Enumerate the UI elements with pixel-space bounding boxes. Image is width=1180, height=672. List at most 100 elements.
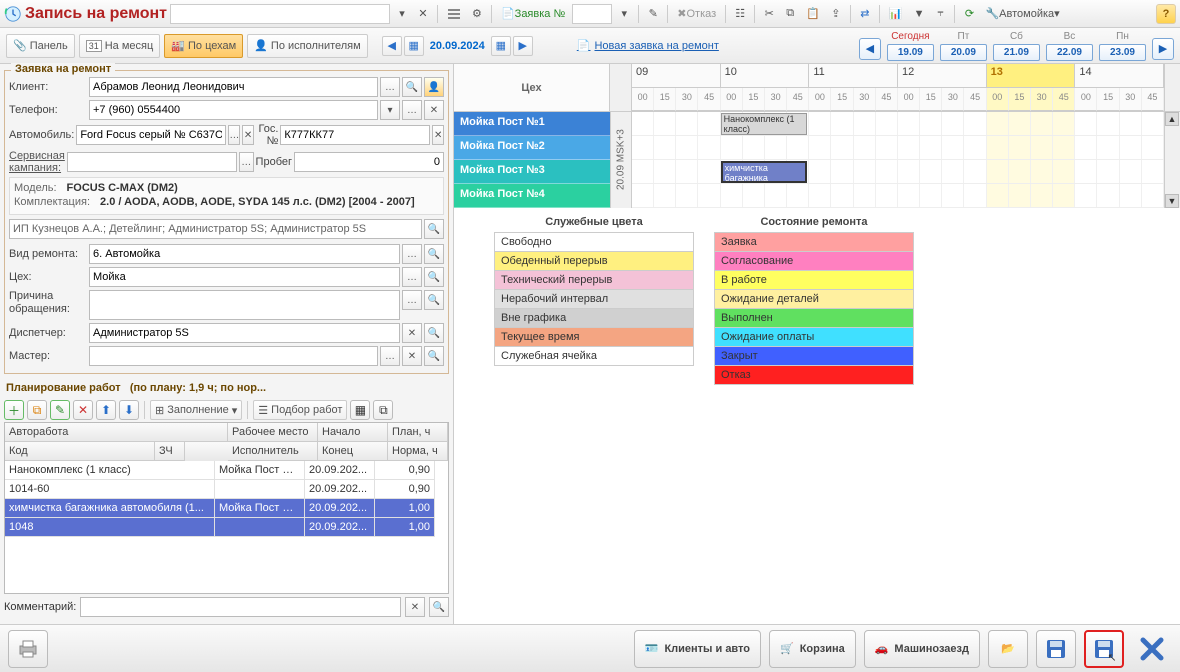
copy-grid-icon[interactable]: ⧉ xyxy=(373,400,393,420)
grid-cell[interactable] xyxy=(1009,184,1031,207)
clients-button[interactable]: 🪪 Клиенты и авто xyxy=(634,630,761,668)
gear-icon[interactable]: ⚙ xyxy=(468,4,486,24)
chart-icon[interactable]: 📊 xyxy=(885,4,907,24)
grid-cell[interactable] xyxy=(876,184,898,207)
pick-works-button[interactable]: ☰ Подбор работ xyxy=(253,400,347,420)
grid-cell[interactable] xyxy=(964,136,986,159)
col-job[interactable]: Авторабота xyxy=(5,423,228,442)
basket-button[interactable]: 🛒 Корзина xyxy=(769,630,856,668)
post-row[interactable]: Мойка Пост №1 xyxy=(454,112,610,136)
day-box[interactable]: 22.09 xyxy=(1046,44,1093,61)
grid-cell[interactable] xyxy=(1097,112,1119,135)
grid-cell[interactable] xyxy=(1053,184,1075,207)
grid-cell[interactable] xyxy=(654,112,676,135)
grid-cell[interactable] xyxy=(942,112,964,135)
table-row[interactable]: 1014-6020.09.202...0,90 xyxy=(5,480,448,499)
performers-toggle[interactable]: 👤 По исполнителям xyxy=(247,34,368,58)
repair-type-search[interactable]: 🔍 xyxy=(424,244,444,264)
grid-cell[interactable] xyxy=(964,160,986,183)
paste-icon[interactable]: 📋 xyxy=(802,4,824,24)
master-lookup[interactable]: … xyxy=(380,346,400,366)
grid-cell[interactable] xyxy=(854,184,876,207)
grid-cell[interactable] xyxy=(876,136,898,159)
grid-cell[interactable] xyxy=(765,136,787,159)
col-end[interactable]: Конец xyxy=(318,442,388,461)
date-cal-icon[interactable]: ▦ xyxy=(404,36,424,56)
day-box[interactable]: 23.09 xyxy=(1099,44,1146,61)
grid-cell[interactable] xyxy=(1075,184,1097,207)
comment-search[interactable]: 🔍 xyxy=(429,597,449,617)
grid-cell[interactable] xyxy=(676,160,698,183)
refresh-icon[interactable]: ⟳ xyxy=(960,4,978,24)
repair-type-input[interactable] xyxy=(89,244,400,264)
grid-cell[interactable] xyxy=(1097,136,1119,159)
mileage-input[interactable] xyxy=(294,152,444,172)
days-prev[interactable]: ◀ xyxy=(859,38,881,60)
grid-cell[interactable] xyxy=(920,160,942,183)
grid-cell[interactable] xyxy=(1075,136,1097,159)
grid-cell[interactable] xyxy=(831,136,853,159)
grid-cell[interactable] xyxy=(1097,160,1119,183)
client-person-icon[interactable]: 👤 xyxy=(424,77,444,97)
grid-cell[interactable] xyxy=(898,160,920,183)
new-request-link[interactable]: 📄 Новая заявка на ремонт xyxy=(577,39,719,52)
col-plan[interactable]: План, ч xyxy=(388,423,448,442)
filter-icon[interactable]: ▼ xyxy=(910,4,929,24)
grid-cell[interactable] xyxy=(632,184,654,207)
day-box[interactable]: 19.09 xyxy=(887,44,934,61)
master-search[interactable]: 🔍 xyxy=(424,346,444,366)
open-folder-button[interactable]: 📂 xyxy=(988,630,1028,668)
table-row[interactable]: 104820.09.202...1,00 xyxy=(5,518,448,537)
col-performer[interactable]: Исполнитель xyxy=(228,442,318,461)
grid-cell[interactable] xyxy=(831,160,853,183)
grid-cell[interactable] xyxy=(676,112,698,135)
grid-cell[interactable] xyxy=(1142,184,1164,207)
appointment[interactable]: Нанокомплекс (1 класс) xyxy=(721,113,808,135)
col-eh[interactable]: ЗЧ xyxy=(155,442,185,461)
vscroll-down[interactable]: ▼ xyxy=(1165,194,1179,208)
close-button[interactable] xyxy=(1132,630,1172,668)
grid-cell[interactable] xyxy=(1120,184,1142,207)
grid-cell[interactable] xyxy=(876,160,898,183)
search-clear[interactable]: ✕ xyxy=(414,4,432,24)
comment-clear[interactable]: ✕ xyxy=(405,597,425,617)
grid-cell[interactable] xyxy=(987,136,1009,159)
appointment[interactable]: химчистка багажника xyxy=(721,161,808,183)
grid-cell[interactable] xyxy=(698,136,720,159)
grid-cell[interactable] xyxy=(721,184,743,207)
phone-input[interactable] xyxy=(89,100,378,120)
grid-cell[interactable] xyxy=(787,136,809,159)
print-button[interactable] xyxy=(8,630,48,668)
grid-cell[interactable] xyxy=(831,184,853,207)
panel-toggle[interactable]: 📎 Панель xyxy=(6,34,75,58)
dispatcher-input[interactable] xyxy=(89,323,400,343)
grid-cell[interactable] xyxy=(676,184,698,207)
comment-input[interactable] xyxy=(80,597,401,617)
dispatcher-search[interactable]: 🔍 xyxy=(424,323,444,343)
gos-input[interactable] xyxy=(280,125,430,145)
grid-cell[interactable] xyxy=(1053,136,1075,159)
phone-lookup[interactable]: … xyxy=(402,100,422,120)
grid-cell[interactable] xyxy=(809,184,831,207)
date-next[interactable]: ▶ xyxy=(513,36,533,56)
grid-cell[interactable] xyxy=(698,184,720,207)
day-box[interactable]: 20.09 xyxy=(940,44,987,61)
vscroll-up[interactable]: ▲ xyxy=(1165,112,1179,126)
grid-cell[interactable] xyxy=(1053,112,1075,135)
grid-cell[interactable] xyxy=(831,112,853,135)
grid-cell[interactable] xyxy=(698,112,720,135)
funnel-icon[interactable]: ⫧ xyxy=(931,4,949,24)
grid-cell[interactable] xyxy=(654,184,676,207)
phone-dropdown[interactable]: ▾ xyxy=(380,100,400,120)
grid-cell[interactable] xyxy=(1031,184,1053,207)
grid-cell[interactable] xyxy=(765,184,787,207)
table-row[interactable]: Нанокомплекс (1 класс)Мойка Пост №120.09… xyxy=(5,461,448,480)
grid-cell[interactable] xyxy=(1031,112,1053,135)
phone-clear[interactable]: ✕ xyxy=(424,100,444,120)
grid-cell[interactable] xyxy=(987,184,1009,207)
grid-cell[interactable] xyxy=(898,112,920,135)
edit-icon[interactable]: ✎ xyxy=(644,4,662,24)
export-icon[interactable]: ⇪ xyxy=(827,4,845,24)
request-number-button[interactable]: 📄 Заявка № xyxy=(497,4,569,24)
col-code[interactable]: Код xyxy=(5,442,155,461)
